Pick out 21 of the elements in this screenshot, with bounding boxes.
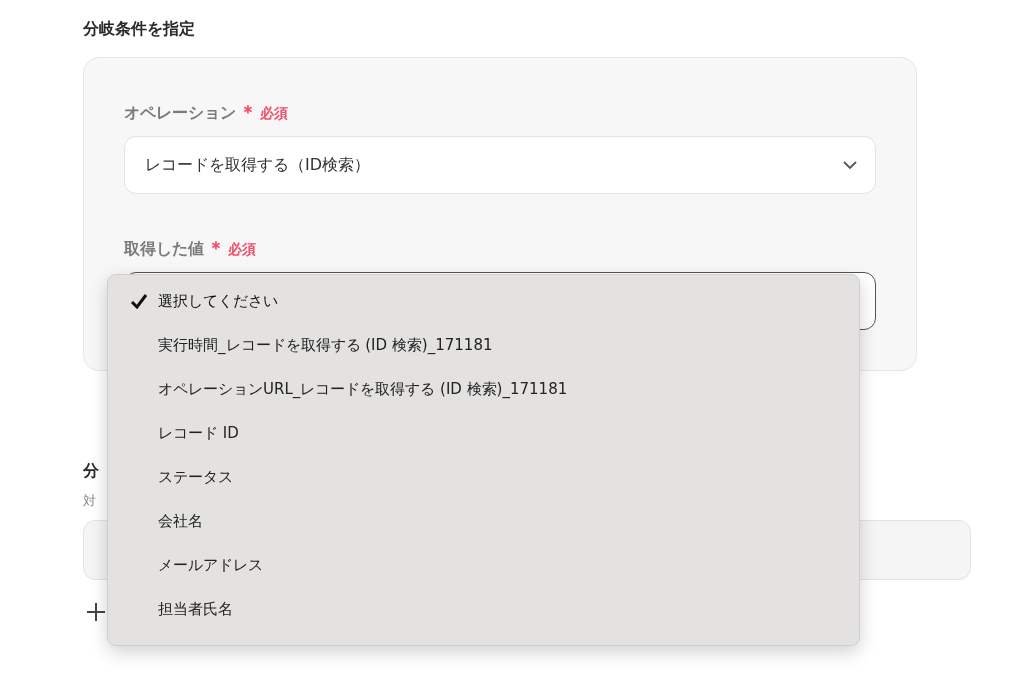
select-field[interactable]: レコードを取得する（ID検索） [124, 136, 876, 194]
menu-item[interactable]: メールアドレス [108, 543, 859, 587]
menu-item[interactable]: 会社名 [108, 499, 859, 543]
menu-item[interactable]: レコード ID [108, 411, 859, 455]
menu-item[interactable]: 実行時間_レコードを取得する (ID 検索)_171181 [108, 323, 859, 367]
section-title: 分岐条件を指定 [83, 18, 196, 40]
chevron-down-icon [843, 160, 857, 170]
field-label: 取得した値 [124, 239, 204, 260]
description-text: 対 [83, 492, 97, 510]
required-text: 必須 [260, 105, 288, 123]
field-label: オペレーション [124, 103, 236, 124]
menu-item[interactable]: 担当者氏名 [108, 587, 859, 631]
checkmark-icon [130, 293, 148, 309]
required-mark: ＊ [207, 236, 225, 260]
menu-item[interactable]: 選択してください [108, 279, 859, 323]
required-text: 必須 [228, 241, 256, 259]
menu-item[interactable]: ステータス [108, 455, 859, 499]
plus-icon[interactable] [86, 602, 106, 622]
required-mark: ＊ [239, 100, 257, 124]
menu-item[interactable]: オペレーションURL_レコードを取得する (ID 検索)_171181 [108, 367, 859, 411]
section-title: 分 [83, 461, 100, 482]
